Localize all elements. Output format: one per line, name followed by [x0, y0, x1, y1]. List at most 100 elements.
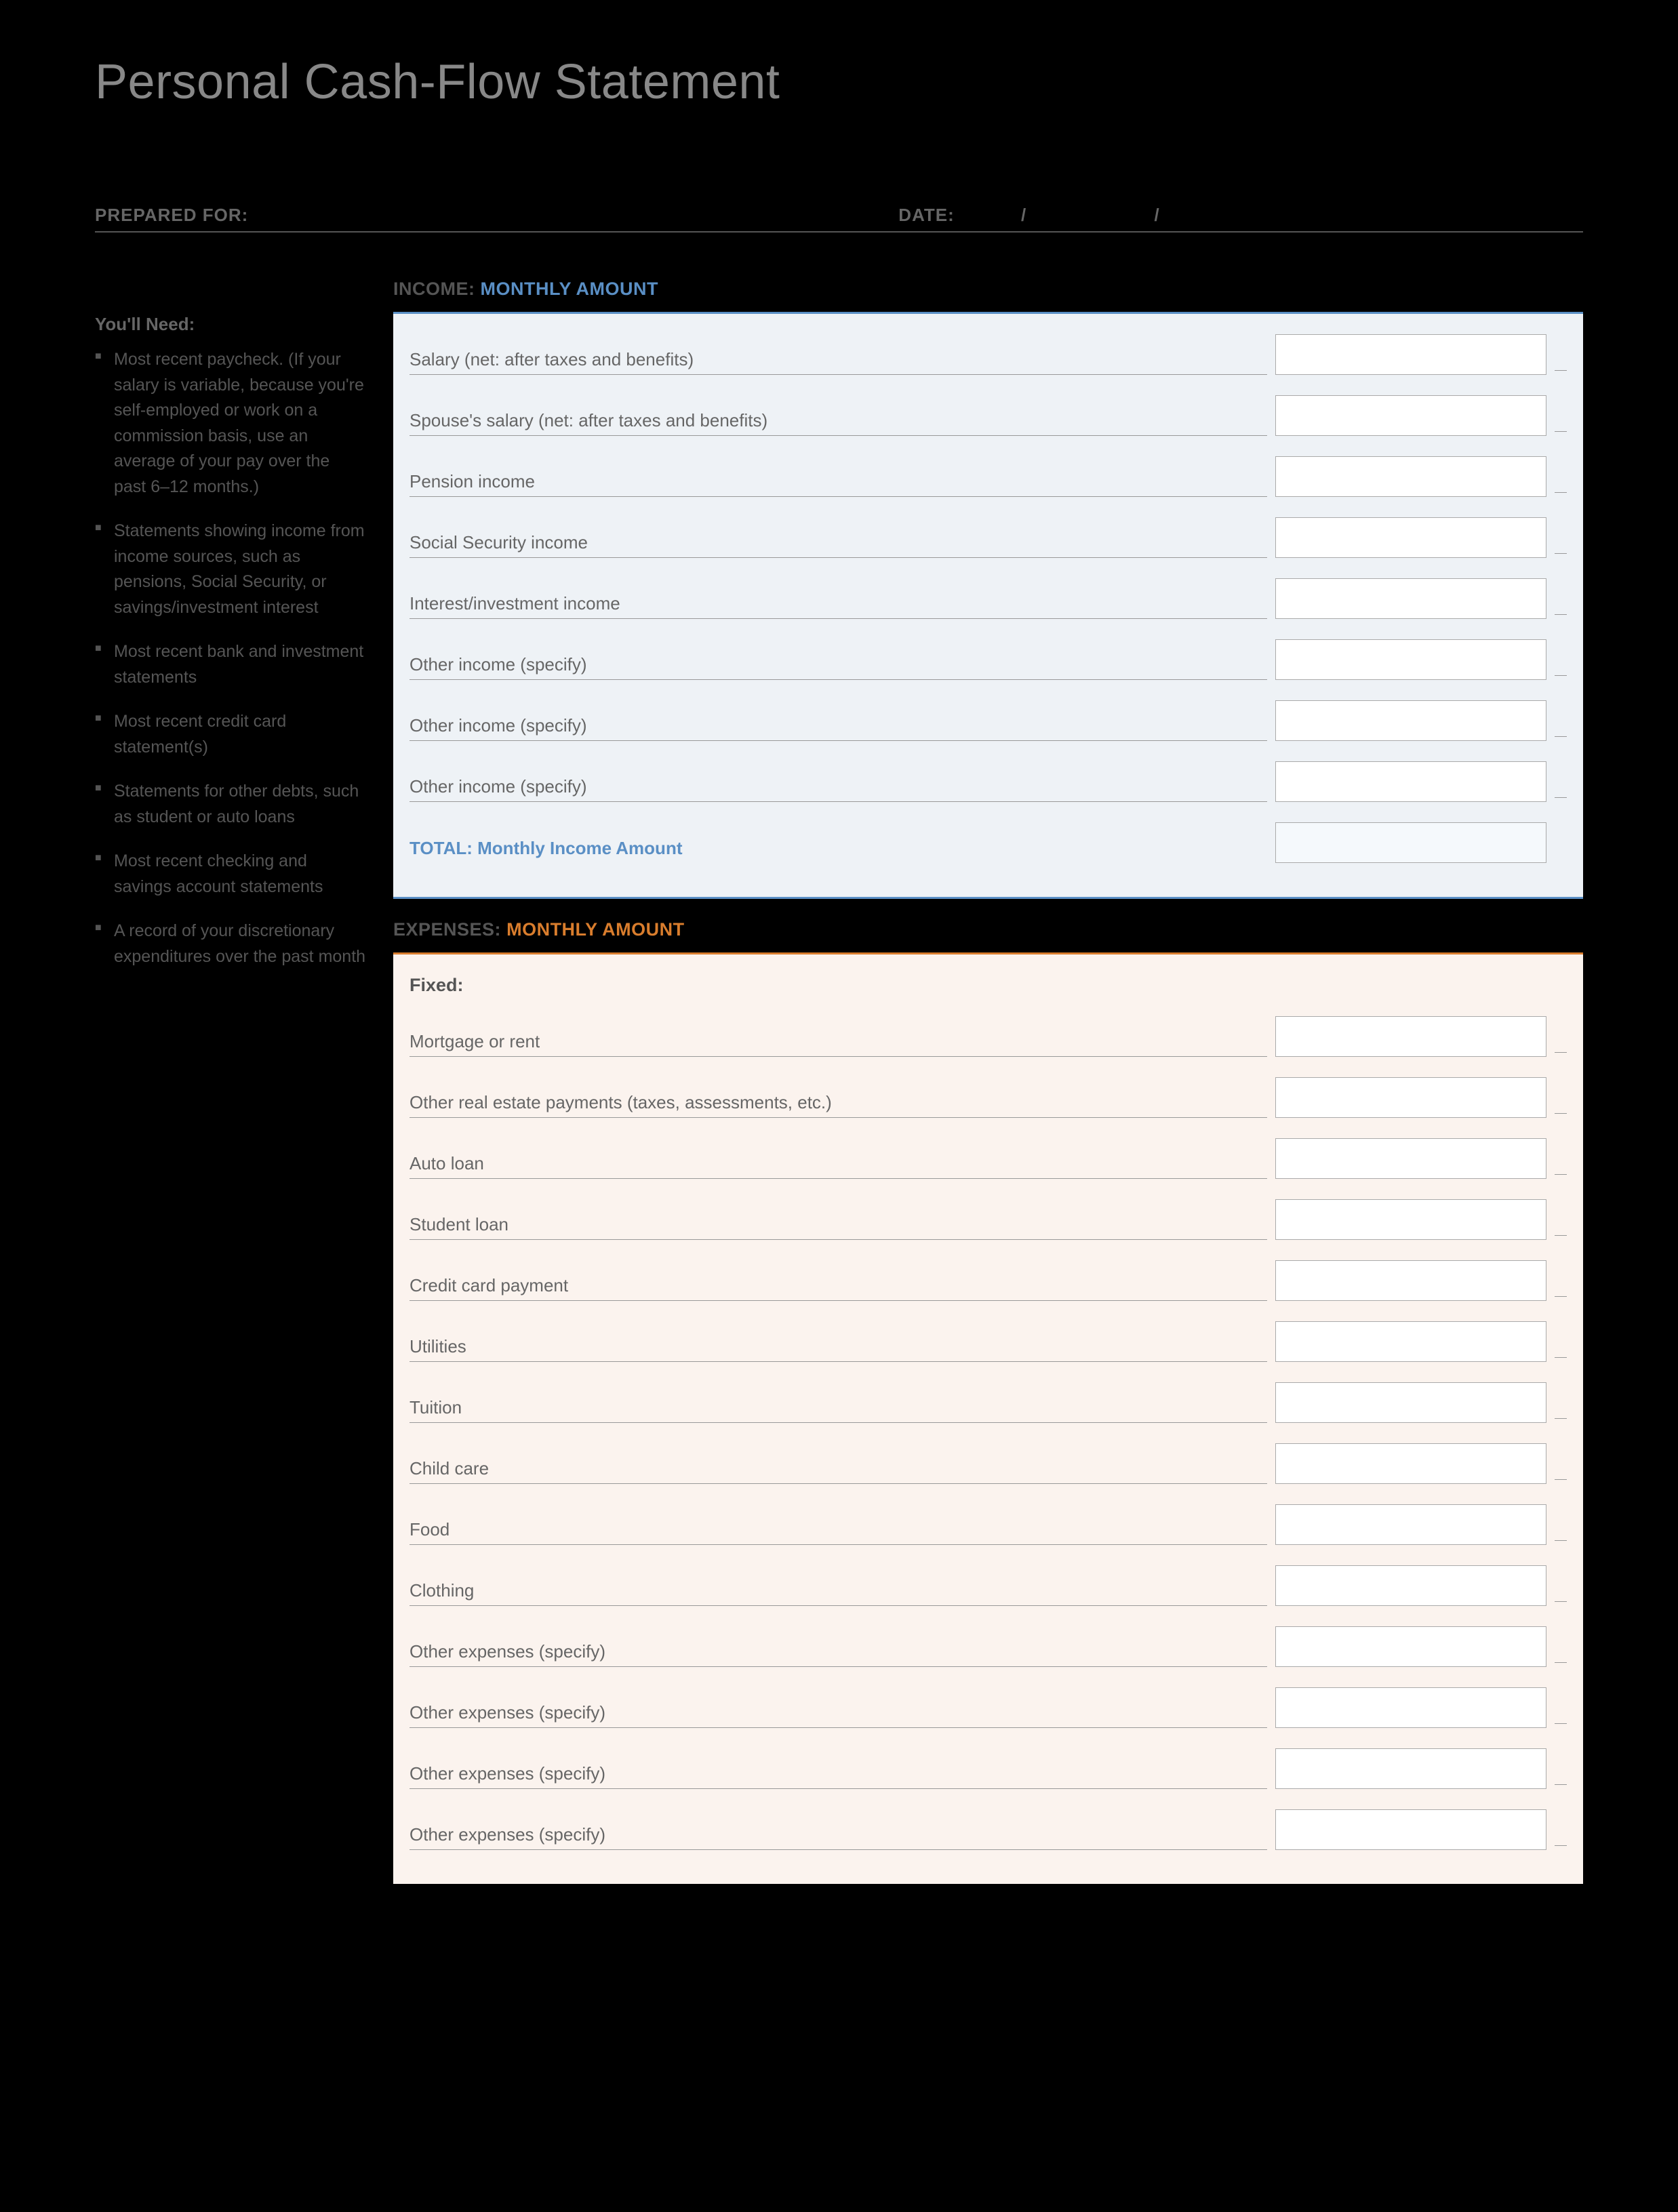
page-title: Personal Cash-Flow Statement [95, 54, 1583, 110]
row-tail [1555, 370, 1567, 371]
expense-row: Clothing [409, 1565, 1567, 1606]
income-header-suffix: MONTHLY AMOUNT [481, 279, 659, 299]
income-panel: Salary (net: after taxes and benefits) S… [393, 312, 1583, 899]
expense-row-label: Food [409, 1519, 1267, 1545]
income-row-label: Spouse's salary (net: after taxes and be… [409, 410, 1267, 436]
expense-row-label: Child care [409, 1458, 1267, 1484]
sidebar-item: Most recent bank and investment statemen… [95, 639, 366, 690]
expense-row: Student loan [409, 1199, 1567, 1240]
sidebar-list: Most recent paycheck. (If your salary is… [95, 347, 366, 969]
income-row: Pension income [409, 456, 1567, 497]
income-row-label: Salary (net: after taxes and benefits) [409, 349, 1267, 375]
row-tail [1555, 1235, 1567, 1236]
expense-row-label: Other expenses (specify) [409, 1641, 1267, 1667]
expense-row-label: Student loan [409, 1214, 1267, 1240]
income-row-label: Pension income [409, 471, 1267, 497]
income-row-label: Social Security income [409, 532, 1267, 558]
income-total-row: TOTAL: Monthly Income Amount [409, 822, 1567, 863]
date-slash-2: / [1155, 205, 1160, 226]
row-tail [1555, 1662, 1567, 1663]
expense-input-real-estate[interactable] [1275, 1077, 1546, 1118]
row-tail [1555, 1357, 1567, 1358]
expense-row-label: Clothing [409, 1580, 1267, 1606]
expense-row-label: Other expenses (specify) [409, 1763, 1267, 1789]
sidebar-item: Most recent paycheck. (If your salary is… [95, 347, 366, 500]
row-tail [1555, 675, 1567, 676]
expense-row: Other expenses (specify) [409, 1687, 1567, 1728]
row-tail [1555, 1113, 1567, 1114]
expense-input-student-loan[interactable] [1275, 1199, 1546, 1240]
income-input-pension[interactable] [1275, 456, 1546, 497]
expense-row-label: Mortgage or rent [409, 1031, 1267, 1057]
expense-row-label: Tuition [409, 1397, 1267, 1423]
expense-input-child-care[interactable] [1275, 1443, 1546, 1484]
income-row-label: Other income (specify) [409, 776, 1267, 802]
expense-input-credit-card[interactable] [1275, 1260, 1546, 1301]
income-row: Social Security income [409, 517, 1567, 558]
date-slash-1: / [1021, 205, 1026, 226]
income-total-label: TOTAL: Monthly Income Amount [409, 838, 1267, 863]
expense-row: Utilities [409, 1321, 1567, 1362]
expenses-panel: Fixed: Mortgage or rent Other real estat… [393, 952, 1583, 1884]
income-input-other-3[interactable] [1275, 761, 1546, 802]
expense-input-utilities[interactable] [1275, 1321, 1546, 1362]
expense-input-clothing[interactable] [1275, 1565, 1546, 1606]
expense-input-tuition[interactable] [1275, 1382, 1546, 1423]
prepared-for-label: PREPARED FOR: [95, 205, 898, 226]
expense-row-label: Other expenses (specify) [409, 1702, 1267, 1728]
row-tail [1555, 1845, 1567, 1846]
expense-input-other-3[interactable] [1275, 1748, 1546, 1789]
row-tail [1555, 858, 1567, 859]
expense-row-label: Other expenses (specify) [409, 1824, 1267, 1850]
income-row: Other income (specify) [409, 761, 1567, 802]
sidebar-item: Statements showing income from income so… [95, 519, 366, 620]
row-tail [1555, 431, 1567, 432]
income-input-other-1[interactable] [1275, 639, 1546, 680]
row-tail [1555, 1052, 1567, 1053]
income-input-total[interactable] [1275, 822, 1546, 863]
row-tail [1555, 1296, 1567, 1297]
expense-row-label: Credit card payment [409, 1275, 1267, 1301]
expense-input-other-1[interactable] [1275, 1626, 1546, 1667]
income-input-interest[interactable] [1275, 578, 1546, 619]
sidebar: You'll Need: Most recent paycheck. (If y… [95, 273, 366, 1884]
income-row: Other income (specify) [409, 700, 1567, 741]
expense-row: Mortgage or rent [409, 1016, 1567, 1057]
income-input-social-security[interactable] [1275, 517, 1546, 558]
expense-input-auto-loan[interactable] [1275, 1138, 1546, 1179]
income-row-label: Interest/investment income [409, 593, 1267, 619]
expense-row-label: Auto loan [409, 1153, 1267, 1179]
income-input-other-2[interactable] [1275, 700, 1546, 741]
expense-input-food[interactable] [1275, 1504, 1546, 1545]
expenses-header: EXPENSES: MONTHLY AMOUNT [393, 919, 1583, 940]
income-header: INCOME: MONTHLY AMOUNT [393, 279, 1583, 300]
row-tail [1555, 1174, 1567, 1175]
date-label: DATE: [898, 205, 955, 225]
expense-input-other-2[interactable] [1275, 1687, 1546, 1728]
expense-row: Auto loan [409, 1138, 1567, 1179]
date-label-group: DATE: / / [898, 205, 1583, 226]
expenses-header-suffix: MONTHLY AMOUNT [506, 919, 685, 940]
sidebar-item: A record of your discretionary expenditu… [95, 919, 366, 969]
row-tail [1555, 492, 1567, 493]
sidebar-item: Statements for other debts, such as stud… [95, 779, 366, 830]
expense-row: Other expenses (specify) [409, 1748, 1567, 1789]
expense-row-label: Other real estate payments (taxes, asses… [409, 1092, 1267, 1118]
income-input-salary[interactable] [1275, 334, 1546, 375]
income-row-label: Other income (specify) [409, 654, 1267, 680]
expense-row: Food [409, 1504, 1567, 1545]
income-row: Spouse's salary (net: after taxes and be… [409, 395, 1567, 436]
expense-input-mortgage[interactable] [1275, 1016, 1546, 1057]
row-tail [1555, 1784, 1567, 1785]
income-row: Interest/investment income [409, 578, 1567, 619]
header-row: PREPARED FOR: DATE: / / [95, 205, 1583, 233]
row-tail [1555, 1601, 1567, 1602]
row-tail [1555, 1723, 1567, 1724]
expense-input-other-4[interactable] [1275, 1809, 1546, 1850]
expense-row: Child care [409, 1443, 1567, 1484]
row-tail [1555, 553, 1567, 554]
expense-row: Tuition [409, 1382, 1567, 1423]
expense-row-label: Utilities [409, 1336, 1267, 1362]
content: INCOME: MONTHLY AMOUNT Salary (net: afte… [393, 273, 1583, 1884]
income-input-spouse-salary[interactable] [1275, 395, 1546, 436]
